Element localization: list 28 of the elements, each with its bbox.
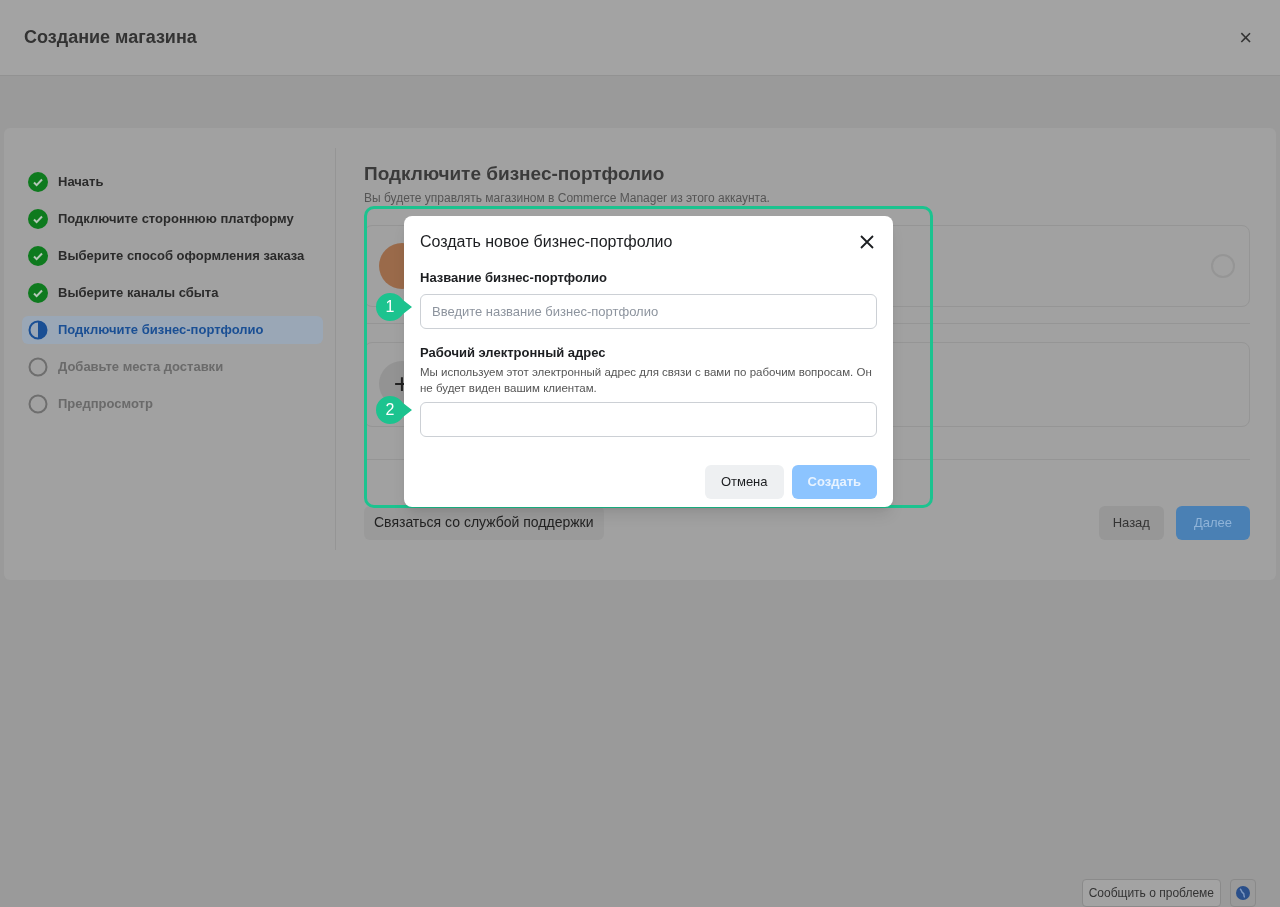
cancel-button[interactable]: Отмена (704, 465, 784, 499)
text-input-field[interactable]: Введите название бизнес-портфолио (420, 293, 877, 329)
step-item[interactable]: Начать (22, 168, 323, 196)
close-button[interactable]: × (1235, 26, 1256, 49)
checkmark-circle-icon (28, 209, 48, 229)
dialog-title: Создать новое бизнес-портфолио (420, 232, 673, 252)
section-title: Подключите бизнес-портфолио (364, 162, 666, 186)
text-input-field[interactable] (420, 402, 877, 437)
checkmark-circle-icon (28, 172, 48, 192)
globe-icon (1235, 885, 1251, 901)
empty-circle-icon (28, 357, 48, 377)
step-item[interactable]: Выберите способ оформления заказа (22, 242, 323, 270)
checkmark-circle-icon (28, 283, 48, 303)
half-circle-icon (28, 320, 48, 340)
step-item[interactable]: Подключите стороннюю платформу (22, 205, 323, 233)
empty-circle-icon (28, 394, 48, 414)
field-label: Название бизнес-портфолио (420, 269, 608, 287)
report-problem-button[interactable]: Сообщить о проблеме (1081, 879, 1221, 907)
window-title: Создание магазина (24, 26, 197, 49)
step-item[interactable]: Подключите бизнес-портфолио (22, 316, 323, 344)
field-label: Рабочий электронный адрес (420, 343, 607, 362)
step-number-marker: 2 (376, 396, 412, 424)
step-number-marker: 1 (376, 293, 412, 321)
section-subtitle: Вы будете управлять магазином в Commerce Manager из этого аккаунта. (364, 189, 771, 207)
back-button[interactable]: Назад (1098, 505, 1164, 540)
checkmark-circle-icon (28, 246, 48, 266)
globe-button[interactable] (1230, 879, 1256, 907)
step-item[interactable]: Выберите каналы сбыта (22, 279, 323, 307)
